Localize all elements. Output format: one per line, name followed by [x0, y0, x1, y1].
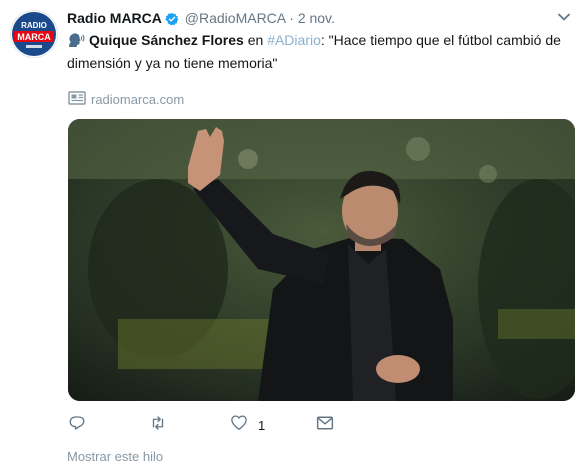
mention-link[interactable]: Quique Sánchez Flores: [89, 32, 244, 48]
retweet-button[interactable]: [148, 414, 230, 437]
chevron-down-icon[interactable]: [557, 9, 571, 27]
author-handle[interactable]: @RadioMARCA: [185, 10, 286, 26]
tweet-actions: 1: [68, 414, 368, 436]
newspaper-icon: [68, 90, 86, 109]
show-thread-link[interactable]: Mostrar este hilo: [67, 449, 163, 464]
avatar-text-bottom: MARCA: [17, 32, 51, 42]
reply-button[interactable]: [68, 414, 148, 437]
verified-badge-icon: [165, 12, 179, 30]
heart-icon[interactable]: [230, 414, 248, 436]
tweet-text: Quique Sánchez Flores en #ADiario: "Hace…: [67, 30, 567, 73]
link-preview-domain[interactable]: radiomarca.com: [68, 90, 184, 109]
text-connector: en: [243, 32, 268, 48]
like-count: 1: [258, 417, 266, 433]
hashtag-link[interactable]: #ADiario: [267, 32, 321, 48]
reply-icon[interactable]: [68, 414, 86, 437]
mail-icon[interactable]: [316, 415, 334, 436]
tweet-header: Radio MARCA @RadioMARCA · 2 nov.: [67, 9, 335, 30]
avatar-text-top: RADIO: [21, 21, 47, 30]
like-button[interactable]: 1: [230, 414, 316, 436]
retweet-icon[interactable]: [148, 414, 168, 437]
tweet-timestamp[interactable]: 2 nov.: [298, 10, 335, 26]
direct-message-button[interactable]: [316, 415, 334, 436]
media-photo[interactable]: [68, 119, 575, 401]
author-name[interactable]: Radio MARCA: [67, 10, 162, 26]
photo-scene: [68, 119, 575, 401]
link-domain[interactable]: radiomarca.com: [91, 92, 184, 107]
avatar[interactable]: RADIO MARCA: [10, 10, 58, 58]
speaking-head-icon: [67, 32, 85, 53]
header-separator: ·: [289, 10, 294, 26]
